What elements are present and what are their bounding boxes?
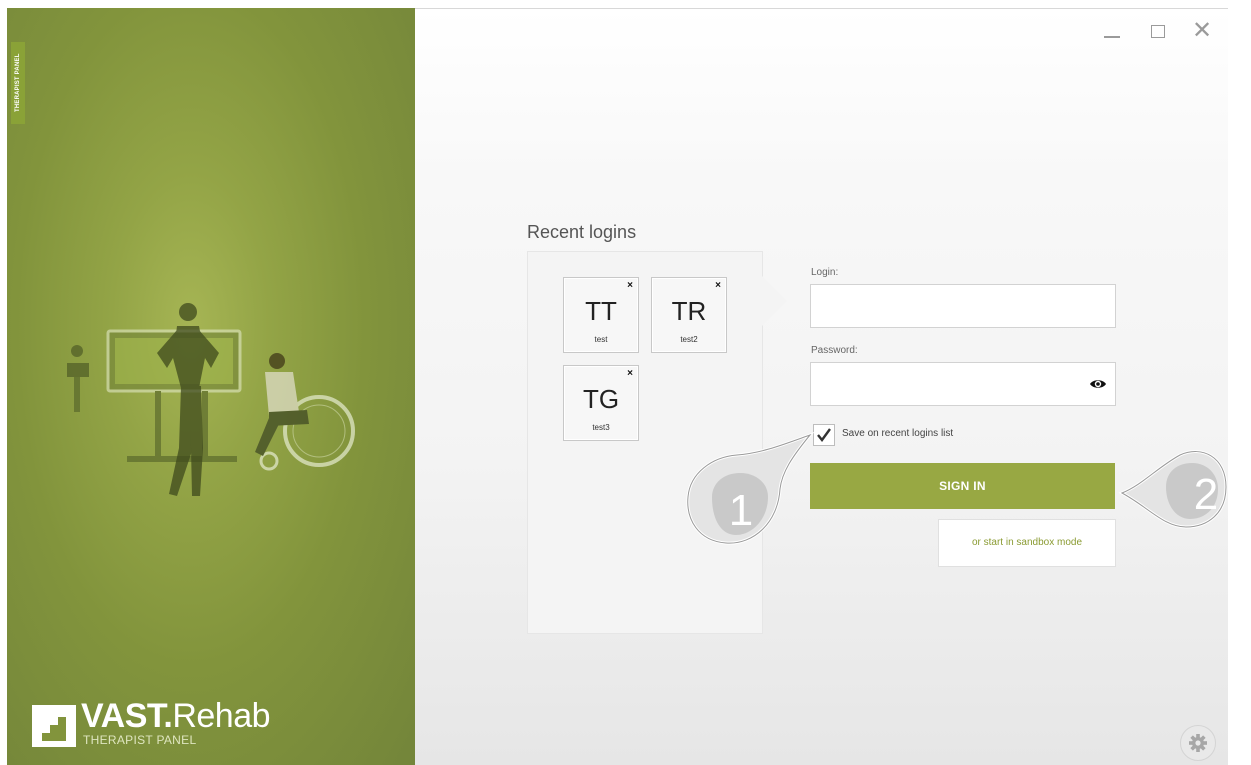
login-label: Login: bbox=[811, 267, 839, 278]
callout-2-badge: 2 bbox=[1118, 450, 1228, 529]
panel-pointer bbox=[761, 275, 787, 327]
tile-username: test2 bbox=[680, 335, 698, 344]
save-recent-label[interactable]: Save on recent logins list bbox=[842, 428, 953, 439]
recent-logins-title: Recent logins bbox=[527, 222, 637, 242]
logo-mark-icon bbox=[32, 705, 76, 747]
password-input[interactable] bbox=[819, 363, 1083, 405]
gear-icon bbox=[1189, 734, 1207, 752]
tile-initials: TG bbox=[582, 384, 620, 414]
tile-username: test3 bbox=[592, 423, 610, 432]
sandbox-mode-button[interactable]: or start in sandbox mode bbox=[938, 519, 1116, 567]
callout-2-number: 2 bbox=[1194, 470, 1218, 519]
tile-username: test bbox=[594, 335, 608, 344]
callout-1-number: 1 bbox=[729, 486, 753, 535]
recent-login-tile[interactable]: × TR test2 bbox=[651, 277, 727, 353]
close-button[interactable]: ✕ bbox=[1190, 19, 1214, 43]
app-window: THERAPIST PANEL VAST.Rehab THERAPIST PAN… bbox=[7, 8, 1228, 765]
password-field[interactable] bbox=[810, 362, 1116, 406]
show-password-icon[interactable] bbox=[1089, 375, 1107, 393]
tile-initials: TT bbox=[585, 296, 617, 326]
maximize-icon bbox=[1151, 25, 1165, 38]
callout-1-badge: 1 bbox=[686, 431, 815, 545]
logo-text: VAST.Rehab bbox=[81, 697, 271, 736]
logo-rehab: Rehab bbox=[172, 697, 271, 735]
rehab-scene-illustration bbox=[67, 303, 355, 496]
tile-initials: TR bbox=[671, 296, 707, 326]
sign-in-button[interactable]: SIGN IN bbox=[810, 463, 1115, 509]
login-area: ✕ Recent logins × TT test × TR test2 × T… bbox=[415, 8, 1228, 765]
minimize-button[interactable] bbox=[1100, 19, 1124, 43]
password-label: Password: bbox=[811, 345, 858, 356]
remove-tile-icon[interactable]: × bbox=[627, 368, 633, 379]
login-input[interactable] bbox=[819, 285, 1083, 327]
vast-rehab-logo: VAST.Rehab THERAPIST PANEL bbox=[32, 697, 312, 751]
remove-tile-icon[interactable]: × bbox=[715, 280, 721, 291]
remove-tile-icon[interactable]: × bbox=[627, 280, 633, 291]
logo-vast: VAST. bbox=[81, 697, 173, 735]
recent-login-tile[interactable]: × TG test3 bbox=[563, 365, 639, 441]
login-field[interactable] bbox=[810, 284, 1116, 328]
maximize-button[interactable] bbox=[1146, 19, 1170, 43]
recent-login-tile[interactable]: × TT test bbox=[563, 277, 639, 353]
settings-button[interactable] bbox=[1180, 725, 1216, 761]
logo-subtitle: THERAPIST PANEL bbox=[83, 733, 197, 747]
minimize-icon bbox=[1104, 36, 1120, 38]
sidebar-panel: THERAPIST PANEL VAST.Rehab THERAPIST PAN… bbox=[7, 8, 415, 765]
